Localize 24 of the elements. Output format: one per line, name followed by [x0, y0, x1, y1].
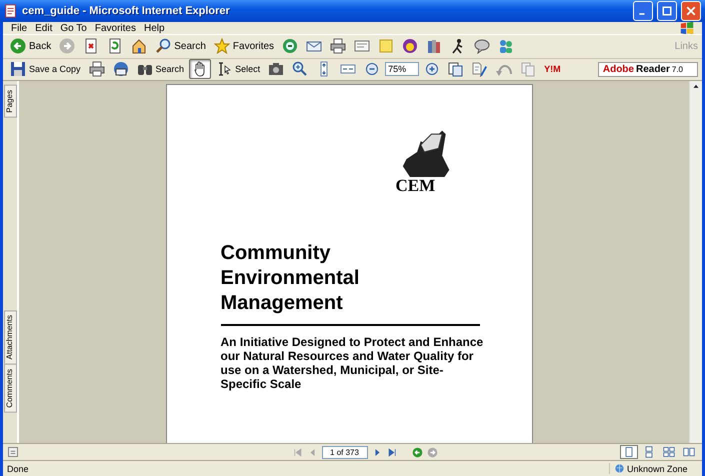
back-button[interactable]: Back [7, 36, 54, 56]
menu-item[interactable]: File [7, 22, 32, 34]
document-title: Community Environmental Management [220, 240, 360, 316]
favorites-button[interactable]: Favorites [210, 36, 278, 56]
menu-item[interactable]: Go To [56, 22, 91, 34]
messenger-button[interactable]: Y!M [541, 62, 564, 76]
save-button[interactable]: Save a Copy [7, 59, 84, 80]
reader-logo: Adobe Reader 7.0 [598, 62, 698, 77]
menu-item[interactable]: Help [140, 22, 169, 34]
page-number-field[interactable]: 1 of 373 [322, 446, 368, 459]
attachments-tab[interactable]: Attachments [4, 310, 16, 364]
status-text: Done [7, 464, 29, 474]
select-button[interactable]: Select [213, 59, 264, 80]
comments-tab[interactable]: Comments [4, 364, 16, 414]
menu-item[interactable]: Favorites [90, 22, 140, 34]
security-zone: Unknown Zone [627, 464, 688, 474]
pages-tab[interactable]: Pages [4, 84, 16, 118]
document-subtitle: An Initiative Designed to Protect and Enhance our Natural Resources and Water Quality for use on a Watershed, Municipal, or Site-Specific Scale [220, 334, 484, 391]
menu-item[interactable]: Edit [31, 22, 56, 34]
window-title: cem_guide - Microsoft Internet Explorer [22, 5, 231, 17]
logo-text: CEM [396, 176, 436, 195]
search-button[interactable]: Search [152, 36, 209, 56]
binoculars-button[interactable]: Search [134, 59, 188, 80]
zoom-field[interactable]: 75% [385, 62, 420, 76]
